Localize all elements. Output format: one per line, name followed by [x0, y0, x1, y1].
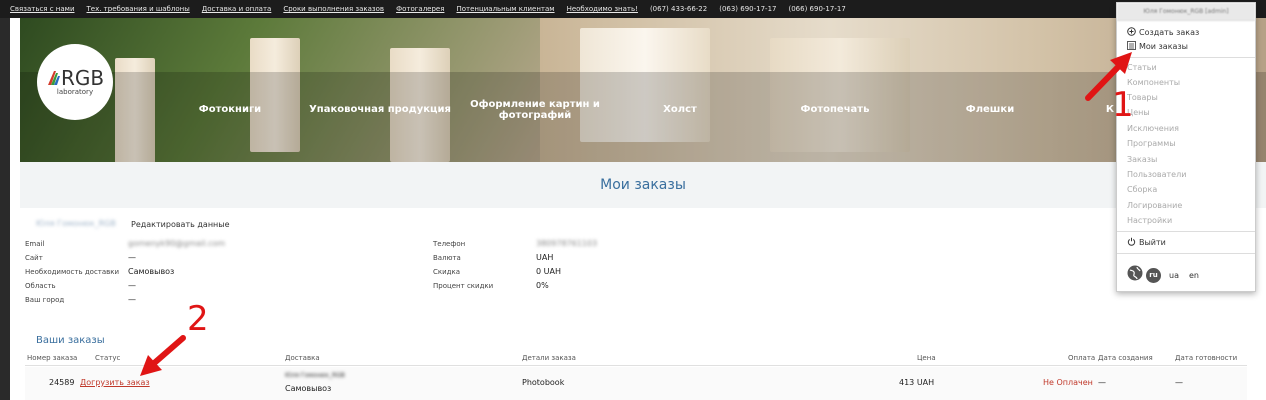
admin-item-users[interactable]: Пользователи: [1127, 170, 1186, 179]
topbar-link-contact[interactable]: Связаться с нами: [10, 5, 75, 13]
col-payment: Оплата: [1068, 354, 1096, 362]
lang-ua[interactable]: ua: [1169, 271, 1179, 280]
value-delivery-need: Самовывоз: [128, 267, 175, 276]
orders-title: Ваши заказы: [36, 335, 105, 346]
label-discount-percent: Процент скидки: [433, 282, 494, 290]
dropdown-user: Юля Гомонюк_RGB [admin]: [1117, 3, 1255, 21]
globe-icon[interactable]: [1127, 265, 1143, 285]
label-site: Сайт: [25, 254, 43, 262]
nav-photoprint[interactable]: Фотопечать: [790, 104, 880, 115]
hero-banner: [20, 18, 1266, 162]
page-title: Мои заказы: [600, 177, 686, 193]
created-date: —: [1098, 378, 1106, 387]
admin-item-settings[interactable]: Настройки: [1127, 216, 1172, 225]
value-site: —: [128, 253, 136, 262]
label-email: Email: [25, 240, 45, 248]
nav-packaging[interactable]: Упаковочная продукция: [305, 104, 455, 115]
edit-profile-link[interactable]: Редактировать данные: [131, 220, 230, 229]
admin-item-logging[interactable]: Логирование: [1127, 201, 1182, 210]
user-dropdown-menu: Юля Гомонюк_RGB [admin] Создать заказ Мо…: [1116, 2, 1256, 292]
admin-item-articles[interactable]: Статьи: [1127, 63, 1157, 72]
value-discount: 0 UAH: [536, 267, 561, 276]
value-phone: 380978761103: [536, 239, 598, 248]
logo-mark-icon: [46, 69, 60, 87]
col-status: Статус: [95, 354, 121, 362]
label-phone: Телефон: [433, 240, 466, 248]
admin-item-programs[interactable]: Программы: [1127, 139, 1176, 148]
label-currency: Валюта: [433, 254, 461, 262]
top-bar: Связаться с нами Тех. требования и шабло…: [0, 0, 1266, 18]
lang-en[interactable]: en: [1189, 271, 1199, 280]
nav-framing[interactable]: Оформление картин и фотографий: [465, 99, 605, 121]
nav-photobooks[interactable]: Фотокниги: [190, 104, 270, 115]
phone-3: (066) 690-17-17: [788, 5, 846, 13]
phone-2: (063) 690-17-17: [719, 5, 777, 13]
value-region: —: [128, 281, 136, 290]
my-orders-item[interactable]: Мои заказы: [1127, 41, 1188, 52]
upload-order-link[interactable]: Догрузить заказ: [80, 378, 150, 387]
admin-item-assembly[interactable]: Сборка: [1127, 185, 1157, 194]
admin-item-exceptions[interactable]: Исключения: [1127, 124, 1179, 133]
admin-item-orders[interactable]: Заказы: [1127, 155, 1157, 164]
col-number: Номер заказа: [27, 354, 78, 362]
annotation-number-2: 2: [187, 299, 209, 339]
logout-item[interactable]: Выйти: [1127, 237, 1166, 248]
value-city: —: [128, 295, 136, 304]
label-discount: Скидка: [433, 268, 461, 276]
profile-name: Юля Гомонюк_RGB: [36, 219, 116, 228]
order-price: 413 UAH: [899, 378, 935, 387]
nav-canvas[interactable]: Холст: [650, 104, 710, 115]
ready-date: —: [1175, 378, 1183, 387]
topbar-link-delivery[interactable]: Доставка и оплата: [202, 5, 272, 13]
value-currency: UAH: [536, 253, 554, 262]
topbar-link-requirements[interactable]: Тех. требования и шаблоны: [87, 5, 190, 13]
language-switcher: ru ua en: [1127, 265, 1199, 285]
orders-list-icon: [1127, 41, 1136, 52]
topbar-link-info[interactable]: Необходимо знать!: [567, 5, 638, 13]
col-price: Цена: [917, 354, 936, 362]
logo-brand: RGB: [60, 66, 105, 90]
rgb-logo[interactable]: RGB laboratory: [37, 44, 113, 120]
label-region: Область: [25, 282, 56, 290]
nav-flash[interactable]: Флешки: [955, 104, 1025, 115]
topbar-link-gallery[interactable]: Фотогалерея: [396, 5, 444, 13]
table-row: 24589 Догрузить заказ Юля Гомонюк_RGB Са…: [25, 367, 1247, 400]
label-city: Ваш город: [25, 296, 65, 304]
delivery-name: Юля Гомонюк_RGB: [285, 372, 345, 379]
payment-status: Не Оплачен: [1043, 378, 1093, 387]
value-discount-percent: 0%: [536, 281, 549, 290]
orders-table-header: Номер заказа Статус Доставка Детали зака…: [25, 352, 1247, 366]
col-created: Дата создания: [1098, 354, 1153, 362]
plus-circle-icon: [1127, 27, 1136, 38]
label-delivery-need: Необходимость доставки: [25, 268, 120, 276]
order-number: 24589: [49, 378, 75, 387]
lang-ru[interactable]: ru: [1146, 267, 1161, 283]
logo-sub: laboratory: [56, 88, 94, 96]
col-delivery: Доставка: [285, 354, 320, 362]
phone-1: (067) 433-66-22: [649, 5, 708, 13]
delivery-method: Самовывоз: [285, 384, 332, 393]
page-title-band: Мои заказы: [20, 162, 1266, 208]
order-details: Photobook: [522, 378, 565, 387]
value-email: gomenyk90@gmail.com: [128, 239, 226, 248]
power-icon: [1127, 237, 1136, 248]
annotation-number-1: 1: [1112, 85, 1134, 125]
topbar-link-terms[interactable]: Сроки выполнения заказов: [283, 5, 384, 13]
col-ready: Дата готовности: [1175, 354, 1238, 362]
col-details: Детали заказа: [522, 354, 576, 362]
topbar-link-clients[interactable]: Потенциальным клиентам: [456, 5, 554, 13]
admin-item-components[interactable]: Компоненты: [1127, 78, 1180, 87]
create-order-item[interactable]: Создать заказ: [1127, 27, 1199, 38]
